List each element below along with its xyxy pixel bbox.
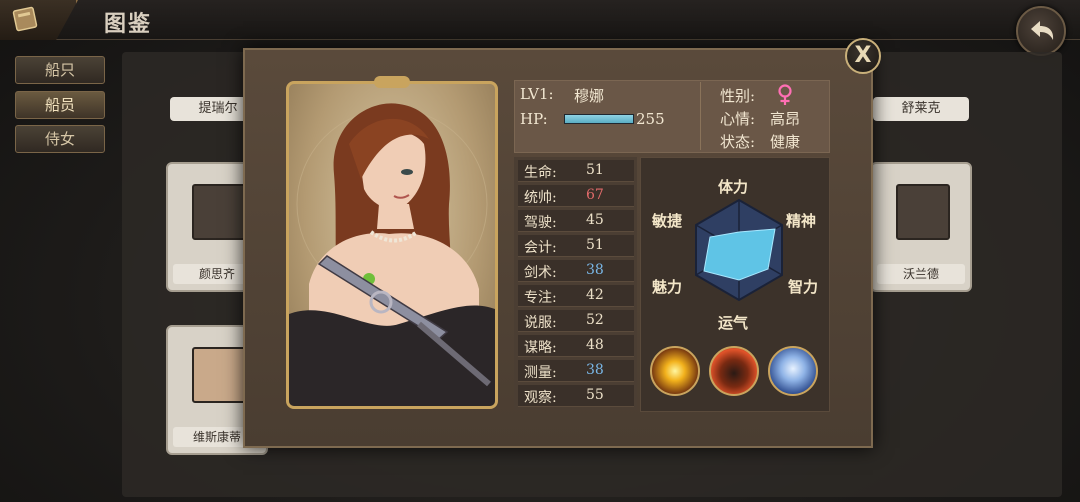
codex-book-button[interactable] bbox=[0, 0, 78, 40]
stat-row: 观察: 55 bbox=[518, 385, 634, 407]
stat-value: 55 bbox=[586, 387, 604, 403]
stat-name: 生命: bbox=[524, 165, 557, 181]
stat-value: 51 bbox=[586, 237, 604, 253]
stat-row: 专注: 42 bbox=[518, 285, 634, 307]
stat-name: 剑术: bbox=[524, 265, 557, 281]
stat-row: 统帅: 67 bbox=[518, 185, 634, 207]
stat-value: 51 bbox=[586, 162, 604, 178]
stat-name: 驾驶: bbox=[524, 215, 557, 231]
stat-name: 谋略: bbox=[524, 340, 557, 356]
stat-row: 测量: 38 bbox=[518, 360, 634, 382]
mood-value: 高昂 bbox=[770, 110, 801, 128]
page-title: 图鉴 bbox=[104, 11, 153, 37]
radar-label-stamina: 体力 bbox=[718, 178, 749, 196]
stat-name: 测量: bbox=[524, 365, 557, 381]
stat-name: 会计: bbox=[524, 240, 557, 256]
stat-row: 谋略: 48 bbox=[518, 335, 634, 357]
stat-name: 说服: bbox=[524, 315, 557, 331]
stat-row: 会计: 51 bbox=[518, 235, 634, 257]
stat-name: 观察: bbox=[524, 390, 557, 406]
hp-value: 255 bbox=[636, 110, 665, 128]
hp-label: HP: bbox=[520, 110, 548, 128]
stat-name: 专注: bbox=[524, 290, 557, 306]
stat-value: 48 bbox=[586, 337, 604, 353]
stat-value: 42 bbox=[586, 287, 604, 303]
level-label: LV1: bbox=[520, 85, 554, 103]
fire-orb-skill-icon[interactable] bbox=[650, 346, 700, 396]
radar-label-spirit: 精神 bbox=[786, 212, 817, 230]
back-arrow-icon bbox=[1031, 21, 1054, 40]
pirate-hat-skill-icon[interactable] bbox=[709, 346, 759, 396]
radar-label-intelligence: 智力 bbox=[788, 278, 819, 296]
stat-value: 52 bbox=[586, 312, 604, 328]
mood-label: 心情: bbox=[720, 110, 756, 128]
top-bar: 图鉴 bbox=[0, 0, 1080, 40]
stat-row: 驾驶: 45 bbox=[518, 210, 634, 232]
angel-skill-icon[interactable] bbox=[768, 346, 818, 396]
tab-maids[interactable]: 侍女 bbox=[15, 125, 105, 153]
crew-portrait bbox=[896, 184, 950, 240]
status-value: 健康 bbox=[770, 133, 801, 151]
status-label: 状态: bbox=[720, 133, 756, 151]
hp-bar-fill bbox=[565, 115, 633, 123]
crew-card[interactable]: 沃兰德 bbox=[870, 162, 972, 292]
character-name: 穆娜 bbox=[574, 87, 605, 105]
character-portrait bbox=[286, 81, 498, 409]
stat-value: 45 bbox=[586, 212, 604, 228]
back-button[interactable] bbox=[1016, 6, 1066, 56]
tab-crew[interactable]: 船员 bbox=[15, 91, 105, 119]
stat-value: 38 bbox=[586, 262, 604, 278]
info-divider bbox=[700, 82, 701, 150]
hp-bar bbox=[564, 114, 634, 124]
radar-label-agility: 敏捷 bbox=[652, 212, 683, 230]
frame-ornament bbox=[374, 76, 410, 88]
radar-label-luck: 运气 bbox=[718, 314, 749, 332]
stat-row: 说服: 52 bbox=[518, 310, 634, 332]
female-symbol-icon bbox=[778, 84, 792, 105]
character-illustration bbox=[289, 103, 495, 406]
crew-card-name: 沃兰德 bbox=[877, 264, 965, 284]
tab-ships[interactable]: 船只 bbox=[15, 56, 105, 84]
close-button[interactable]: X bbox=[845, 38, 881, 74]
book-icon bbox=[12, 6, 38, 32]
crew-name-tag[interactable]: 舒莱克 bbox=[873, 97, 969, 121]
crew-portrait bbox=[192, 184, 246, 240]
stat-value: 38 bbox=[586, 362, 604, 378]
radar-label-charm: 魅力 bbox=[652, 278, 683, 296]
stat-row: 剑术: 38 bbox=[518, 260, 634, 282]
gender-label: 性别: bbox=[720, 87, 756, 105]
stat-value: 67 bbox=[586, 187, 604, 203]
stat-row: 生命: 51 bbox=[518, 160, 634, 182]
stat-name: 统帅: bbox=[524, 190, 557, 206]
crew-portrait bbox=[192, 347, 246, 403]
